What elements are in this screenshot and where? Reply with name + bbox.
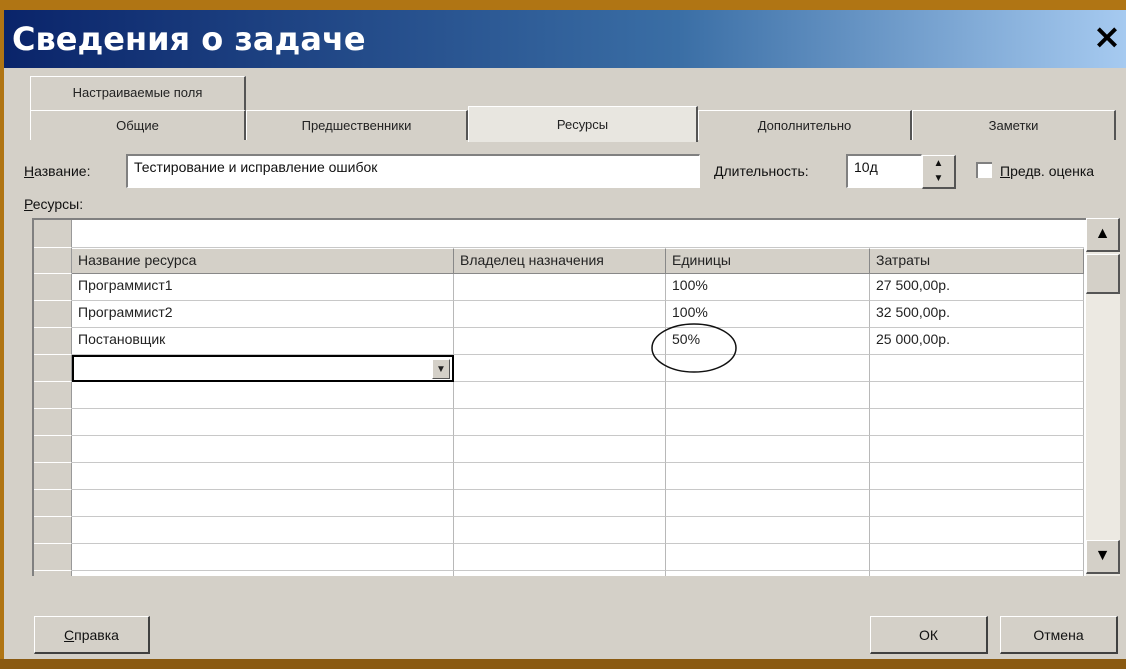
table-cell[interactable] [870,490,1084,517]
name-label: Название: [24,163,91,179]
table-cell[interactable]: 50% [666,328,870,355]
close-icon[interactable]: × [1088,12,1126,62]
table-cell[interactable] [666,544,870,571]
table-cell[interactable] [72,409,454,436]
col-header-units[interactable]: Единицы [666,248,870,274]
table-cell[interactable] [72,517,454,544]
row-header [34,301,72,328]
table-cell[interactable] [72,436,454,463]
table-cell[interactable] [454,382,666,409]
row-header [34,571,72,576]
estimate-label: Предв. оценка [1000,163,1095,179]
table-cell[interactable] [666,409,870,436]
table-cell[interactable] [666,436,870,463]
table-cell[interactable]: 32 500,00р. [870,301,1084,328]
table-cell[interactable] [454,409,666,436]
dialog-title: Сведения о задаче [12,20,366,58]
tab-general[interactable]: Общие [30,110,246,140]
row-header [34,409,72,436]
scroll-thumb[interactable] [1086,254,1120,294]
table-cell[interactable] [454,544,666,571]
resources-table: Название ресурса Владелец назначения Еди… [32,218,1086,576]
table-cell[interactable] [454,436,666,463]
table-cell[interactable] [454,301,666,328]
table-cell[interactable] [72,571,454,576]
table-cell[interactable] [666,355,870,382]
table-cell[interactable]: Программист1 [72,274,454,301]
duration-spinner[interactable]: ▲ ▼ [922,155,956,189]
table-cell[interactable] [72,463,454,490]
row-header [34,463,72,490]
col-header-resource-name[interactable]: Название ресурса [72,248,454,274]
table-cell[interactable]: 27 500,00р. [870,274,1084,301]
table-cell[interactable] [870,544,1084,571]
table-cell[interactable] [870,355,1084,382]
row-header [34,248,72,274]
row-header [34,517,72,544]
spin-down-icon[interactable]: ▼ [923,171,954,186]
tab-notes[interactable]: Заметки [912,110,1116,140]
row-header [34,382,72,409]
title-bar: Сведения о задаче × [4,10,1126,68]
col-header-cost[interactable]: Затраты [870,248,1084,274]
ok-button[interactable]: ОК [870,616,988,654]
table-cell[interactable] [72,382,454,409]
spin-up-icon[interactable]: ▲ [923,156,954,171]
resource-name-combo[interactable]: ▼ [72,355,454,382]
table-cell[interactable] [870,463,1084,490]
tab-resources[interactable]: Ресурсы [468,106,698,142]
table-cell[interactable]: Программист2 [72,301,454,328]
name-field[interactable]: Тестирование и исправление ошибок [126,154,700,188]
table-cell[interactable] [454,490,666,517]
table-cell[interactable] [454,355,666,382]
table-cell[interactable] [454,571,666,576]
row-header [34,544,72,571]
row-header [34,328,72,355]
duration-label: Длительность: [714,163,809,179]
table-cell[interactable] [666,382,870,409]
estimate-checkbox[interactable] [976,162,992,178]
scroll-up-icon[interactable]: ▲ [1086,218,1120,252]
table-cell[interactable] [870,409,1084,436]
table-cell[interactable] [870,571,1084,576]
scroll-down-icon[interactable]: ▼ [1086,540,1120,574]
row-header [34,490,72,517]
task-info-dialog: Сведения о задаче × Настраиваемые поля О… [0,0,1126,659]
duration-field[interactable]: 10д [846,154,922,188]
table-cell[interactable] [454,517,666,544]
table-cell[interactable] [72,544,454,571]
table-cell[interactable]: Постановщик [72,328,454,355]
col-header-assignment-owner[interactable]: Владелец назначения [454,248,666,274]
table-cell[interactable] [870,436,1084,463]
row-header [34,436,72,463]
table-cell[interactable] [870,382,1084,409]
tab-custom-fields[interactable]: Настраиваемые поля [30,76,246,110]
table-cell[interactable] [454,328,666,355]
resources-label: Ресурсы: [24,196,84,212]
row-header [34,355,72,382]
row-header [34,220,72,248]
table-cell[interactable] [666,571,870,576]
table-cell[interactable] [72,490,454,517]
help-button[interactable]: Справка [34,616,150,654]
table-cell[interactable] [666,490,870,517]
table-cell[interactable] [870,517,1084,544]
row-header [34,274,72,301]
table-cell[interactable] [454,463,666,490]
table-cell[interactable]: 100% [666,301,870,328]
table-cell[interactable]: 25 000,00р. [870,328,1084,355]
table-cell[interactable] [666,463,870,490]
entry-bar[interactable] [72,220,1084,248]
table-cell[interactable] [454,274,666,301]
tab-advanced[interactable]: Дополнительно [698,110,912,140]
table-cell[interactable] [666,517,870,544]
table-cell[interactable]: 100% [666,274,870,301]
cancel-button[interactable]: Отмена [1000,616,1118,654]
vertical-scrollbar[interactable]: ▲ ▼ [1086,218,1120,576]
chevron-down-icon[interactable]: ▼ [432,359,450,379]
tab-predecessors[interactable]: Предшественники [246,110,468,140]
